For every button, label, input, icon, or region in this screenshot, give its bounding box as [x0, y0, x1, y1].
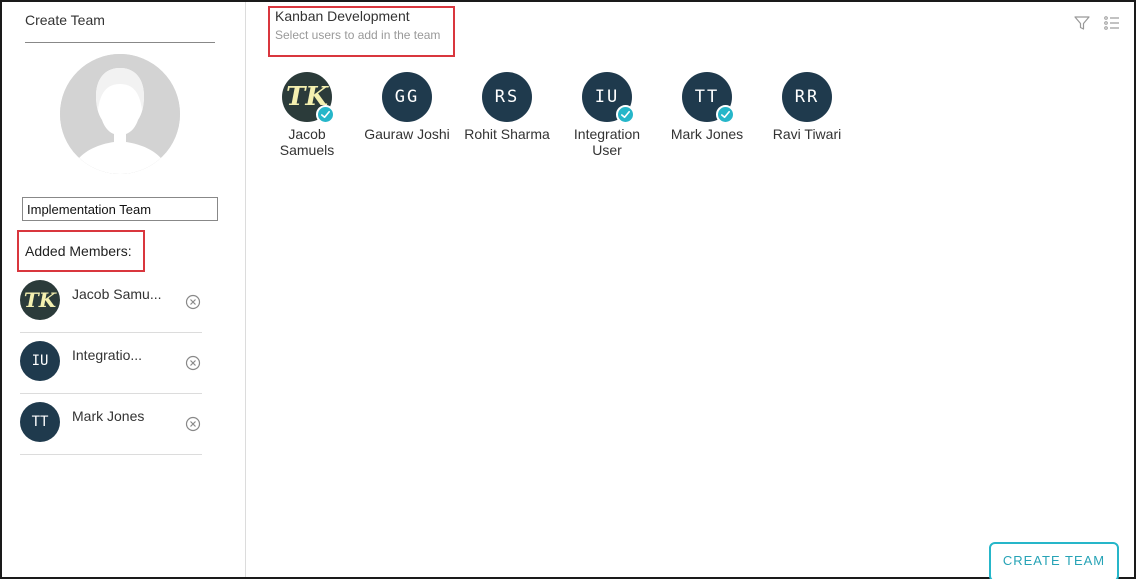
added-members-list: TK Jacob Samu... IU Integratio... TT Mar… [20, 272, 202, 455]
avatar: RR [782, 72, 832, 122]
avatar-initials: RR [794, 87, 820, 107]
avatar-initials: IU [594, 87, 620, 107]
avatar: IU [582, 72, 635, 124]
user-card-integration-user[interactable]: IU Integration User [557, 72, 657, 158]
user-card-rohit-sharma[interactable]: RS Rohit Sharma [457, 72, 557, 158]
user-grid: TK Jacob Samuels GG Gauraw Joshi RS Rohi… [257, 72, 857, 158]
remove-circle-icon[interactable] [185, 294, 201, 310]
selected-badge [716, 105, 735, 124]
filter-icon[interactable] [1073, 14, 1091, 32]
project-title: Kanban Development [275, 8, 410, 24]
avatar-initials: TT [694, 87, 720, 107]
avatar: TT [20, 402, 60, 442]
member-name: Jacob Samu... [72, 286, 162, 302]
avatar: TK [282, 72, 335, 124]
selected-badge [616, 105, 635, 124]
member-name: Mark Jones [72, 408, 145, 424]
user-card-mark-jones[interactable]: TT Mark Jones [657, 72, 757, 158]
team-name-input[interactable] [22, 197, 218, 221]
person-silhouette-icon [60, 54, 180, 174]
user-name: Mark Jones [670, 126, 744, 142]
check-icon [721, 110, 730, 119]
list-item: IU Integratio... [20, 333, 202, 394]
check-icon [321, 110, 330, 119]
remove-circle-icon[interactable] [185, 355, 201, 371]
list-view-icon[interactable] [1103, 14, 1121, 32]
avatar-initials: RS [494, 87, 520, 107]
user-name: Rohit Sharma [464, 126, 550, 142]
user-name: Gauraw Joshi [364, 126, 450, 142]
remove-circle-icon[interactable] [185, 416, 201, 432]
avatar: IU [20, 341, 60, 381]
user-name: Ravi Tiwari [772, 126, 842, 142]
create-team-button[interactable]: CREATE TEAM [989, 542, 1119, 579]
list-item: TT Mark Jones [20, 394, 202, 455]
selected-badge [316, 105, 335, 124]
user-selection-panel: Kanban Development Select users to add i… [247, 2, 1134, 579]
panel-title: Create Team [25, 12, 105, 28]
check-icon [621, 110, 630, 119]
avatar: GG [382, 72, 432, 122]
title-divider [25, 42, 215, 43]
avatar: TT [682, 72, 735, 124]
member-name: Integratio... [72, 347, 143, 363]
user-card-ravi-tiwari[interactable]: RR Ravi Tiwari [757, 72, 857, 158]
create-team-panel: Create Team Added Members: TK Jacob Samu… [2, 2, 246, 577]
list-item: TK Jacob Samu... [20, 272, 202, 333]
user-name: Integration User [573, 126, 641, 158]
added-members-label: Added Members: [25, 243, 132, 259]
avatar-initials: GG [394, 87, 420, 107]
team-avatar[interactable] [60, 54, 180, 174]
project-subtitle: Select users to add in the team [275, 28, 441, 42]
avatar: TK [20, 280, 60, 320]
user-card-gauraw-joshi[interactable]: GG Gauraw Joshi [357, 72, 457, 158]
avatar: RS [482, 72, 532, 122]
user-card-jacob-samuels[interactable]: TK Jacob Samuels [257, 72, 357, 158]
user-name: Jacob Samuels [279, 126, 335, 158]
